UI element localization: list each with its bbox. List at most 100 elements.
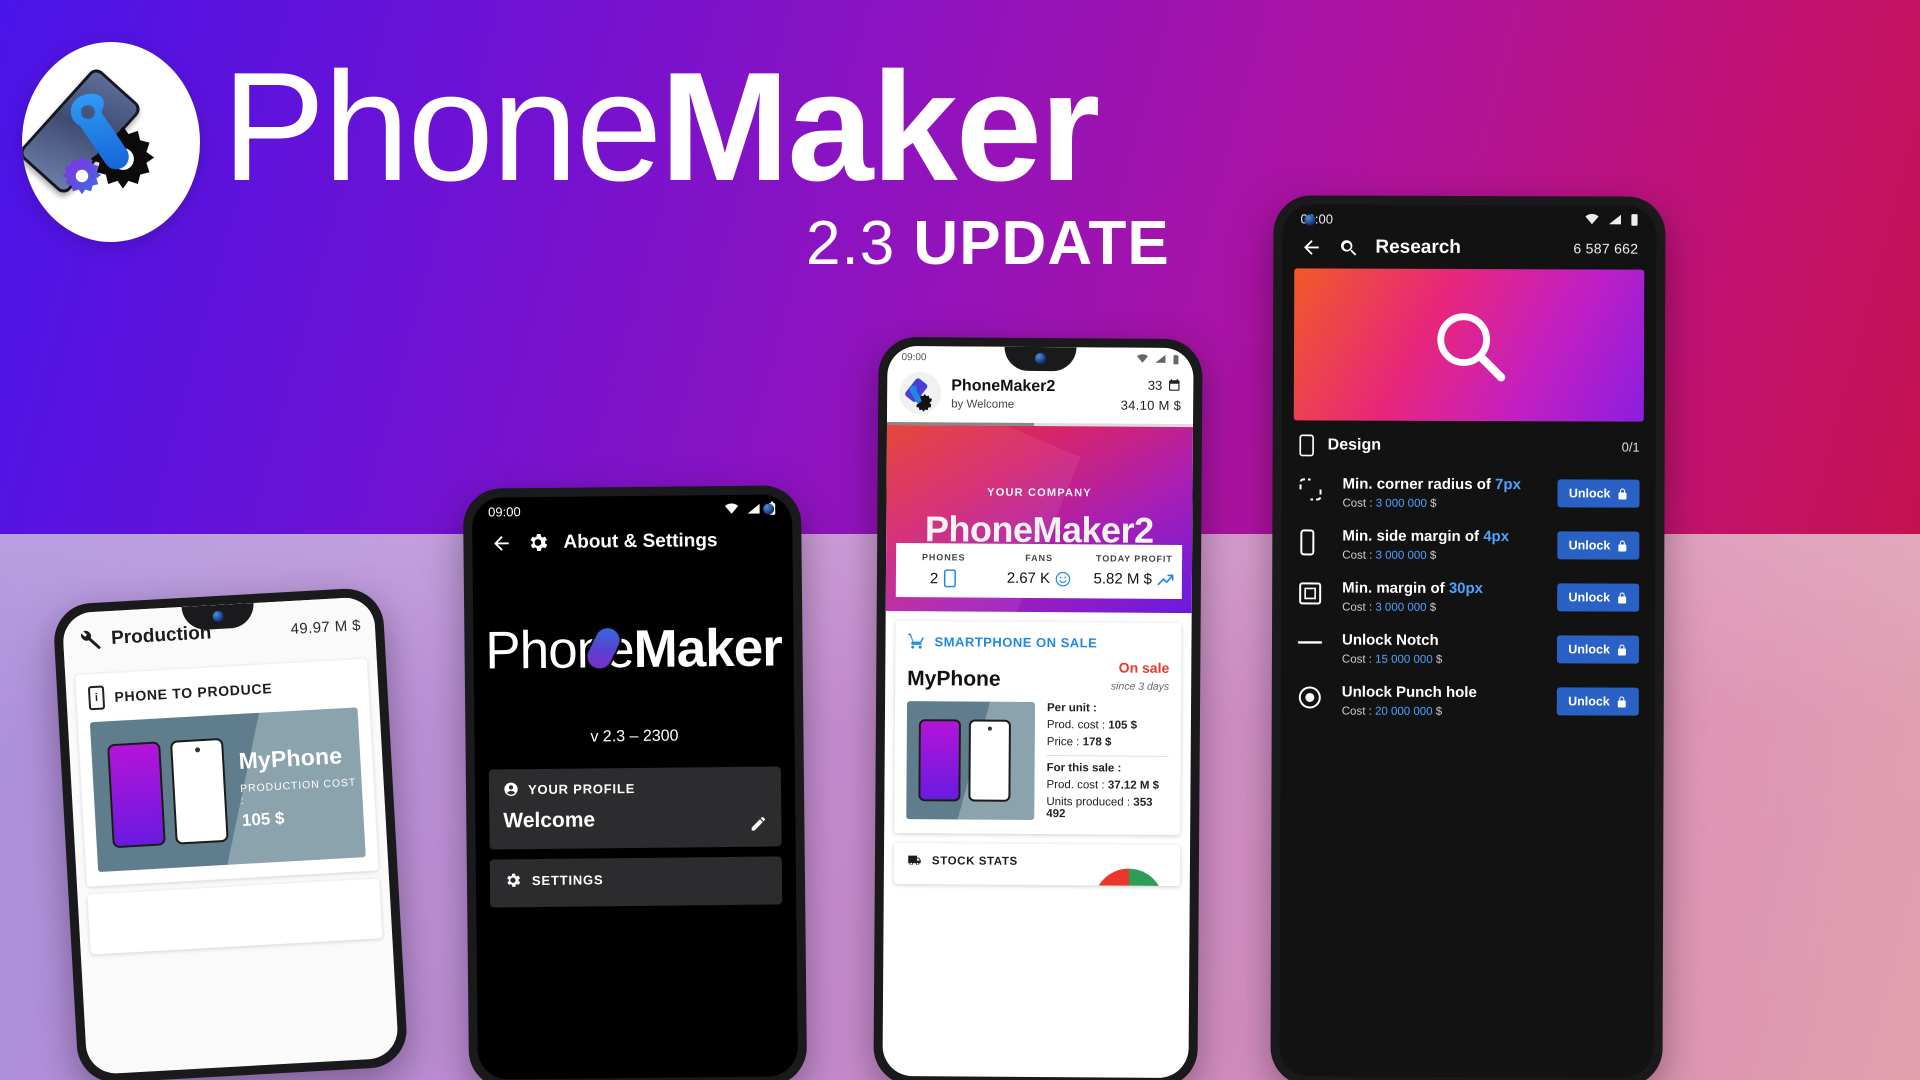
signal-icon — [747, 503, 760, 514]
punch-hole-icon — [1297, 684, 1329, 716]
stock-stats-card[interactable]: STOCK STATS — [893, 842, 1181, 886]
research-item-text: Unlock Notch Cost : 15 000 000 $ — [1342, 632, 1544, 667]
phone-mockup-about-settings: 09:00 About & Settings PhoneMaker v 2.3 … — [462, 485, 808, 1080]
lock-icon — [1616, 487, 1628, 500]
sale-card-header: SMARTPHONE ON SALE — [907, 632, 1169, 652]
wifi-icon — [724, 503, 739, 514]
cost-value: 15 000 000 — [1375, 653, 1433, 666]
research-item-cost: Cost : 3 000 000 $ — [1342, 550, 1544, 563]
lock-icon — [1616, 695, 1628, 708]
dashboard-header-text: PhoneMaker2 by Welcome — [951, 377, 1055, 411]
cost-unit: $ — [1432, 705, 1443, 718]
cost-unit: $ — [1426, 497, 1437, 510]
research-item[interactable]: Unlock Punch hole Cost : 20 000 000 $ Unlo… — [1281, 674, 1655, 727]
calendar-icon — [1169, 379, 1180, 391]
status-bar: 09:00 — [472, 494, 792, 525]
phone-preview-front — [918, 719, 961, 802]
app-logo-badge — [22, 42, 200, 242]
section-title: Design — [1327, 436, 1382, 454]
your-profile-tile[interactable]: YOUR PROFILE Welcome — [488, 766, 782, 850]
phone-to-produce-card[interactable]: PHONE TO PRODUCE MyPhone PRODUCTION COST… — [75, 658, 379, 887]
unlock-button[interactable]: Unlock — [1557, 635, 1640, 664]
back-arrow-icon[interactable] — [1300, 236, 1322, 258]
stat-value: 2.67 K — [1006, 569, 1051, 588]
gear-icon — [507, 873, 521, 887]
pencil-icon[interactable] — [749, 815, 767, 833]
status-icons — [1584, 212, 1638, 226]
research-item-cost: Cost : 3 000 000 $ — [1342, 498, 1544, 511]
margin-icon — [1297, 580, 1329, 612]
money-balance: 34.10 M $ — [1120, 397, 1182, 413]
sale-name-row: MyPhone On sale since 3 days — [907, 658, 1169, 693]
unlock-button[interactable]: Unlock — [1557, 531, 1640, 560]
stat-label: FANS — [1025, 552, 1053, 564]
stat-label: PHONES — [921, 552, 966, 563]
phone-to-produce-label: PHONE TO PRODUCE — [114, 680, 273, 705]
unlock-button[interactable]: Unlock — [1557, 479, 1640, 508]
phone-preview-back — [968, 719, 1011, 802]
stock-pie-chart — [1093, 868, 1164, 886]
phone-preview-back — [170, 737, 230, 845]
phone-name: MyPhone — [237, 741, 343, 774]
unlock-button[interactable]: Unlock — [1557, 583, 1640, 612]
phone-icon — [943, 569, 957, 588]
settings-tile[interactable]: SETTINGS — [489, 856, 783, 908]
search-icon — [1437, 313, 1506, 382]
status-time: 09:00 — [901, 351, 927, 363]
wrench-icon — [81, 630, 101, 649]
stat-fans: FANS 2.67 K — [991, 544, 1087, 599]
sale-phone-thumbnail — [906, 701, 1036, 820]
cost-label: Cost : — [1342, 497, 1376, 510]
phone-mockup-production: Production 49.97 M $ PHONE TO PRODUCE My… — [52, 586, 409, 1080]
account-icon — [504, 782, 518, 796]
avatar[interactable] — [899, 372, 942, 415]
about-settings-screen: 09:00 About & Settings PhoneMaker v 2.3 … — [471, 494, 799, 1080]
status-time: 09:00 — [488, 503, 521, 520]
divider — [1046, 755, 1169, 757]
cost-value: 3 000 000 — [1375, 601, 1427, 614]
stock-stats-header: STOCK STATS — [906, 853, 1168, 870]
cost-value: 20 000 000 — [1374, 705, 1433, 718]
for-sale-line: Units produced : 353 492 — [1046, 796, 1168, 821]
gear-icon[interactable] — [526, 531, 549, 554]
unlock-button[interactable]: Unlock — [1557, 687, 1639, 716]
research-item-title: Min. side margin of 4px — [1342, 528, 1509, 546]
research-item[interactable]: Unlock Notch Cost : 15 000 000 $ Unlock — [1281, 622, 1655, 675]
page-title: PhoneMaker — [222, 49, 1100, 204]
research-item[interactable]: Min. side margin of 4px Cost : 3 000 000 … — [1281, 518, 1655, 571]
sale-phone-name: MyPhone — [907, 667, 1001, 691]
research-item-text: Min. margin of 30px Cost : 3 000 000 $ — [1342, 580, 1544, 615]
about-logo-part-2: Maker — [633, 618, 783, 680]
your-profile-header: YOUR PROFILE — [503, 779, 767, 798]
for-sale-label: For this sale : — [1046, 762, 1122, 775]
stat-phones: PHONES 2 — [896, 543, 992, 598]
research-item-text: Min. side margin of 4px Cost : 3 000 000 … — [1342, 528, 1544, 563]
subtitle-word: UPDATE — [913, 209, 1170, 278]
stat-value: 5.82 M $ — [1093, 570, 1152, 588]
smartphone-on-sale-card[interactable]: SMARTPHONE ON SALE MyPhone On sale since… — [894, 621, 1182, 835]
signal-icon — [1608, 214, 1621, 225]
search-icon[interactable] — [1338, 237, 1359, 258]
research-item-title: Min. margin of 30px — [1342, 580, 1483, 597]
unlock-button-label: Unlock — [1568, 538, 1611, 553]
sale-prod-cost-label: Prod. cost : — [1046, 779, 1105, 792]
about-logo: PhoneMaker — [473, 617, 794, 681]
back-arrow-icon[interactable] — [490, 532, 512, 554]
phone-to-produce-header: PHONE TO PRODUCE — [87, 671, 357, 711]
unlock-button-label: Unlock — [1568, 694, 1610, 709]
front-camera-punch-hole — [763, 503, 775, 515]
research-item[interactable]: Min. margin of 30px Cost : 3 000 000 $ Unl… — [1281, 570, 1655, 623]
research-item[interactable]: Min. corner radius of 7px Cost : 3 000 00… — [1281, 466, 1655, 519]
production-secondary-card[interactable] — [87, 878, 383, 955]
research-item-title: Unlock Notch — [1342, 632, 1439, 649]
research-hero-banner — [1293, 268, 1645, 422]
front-camera-punch-hole — [1304, 214, 1316, 226]
research-screen: 09:00 Research 6 587 662 Design 0/1 Min.… — [1279, 204, 1657, 1078]
info-phone-icon — [87, 685, 106, 711]
sale-since: since 3 days — [1110, 680, 1170, 693]
profile-name: Welcome — [503, 808, 596, 833]
logo-wrench-icon — [70, 93, 129, 170]
research-item-title-text: Unlock Punch hole — [1341, 683, 1477, 702]
about-title: About & Settings — [563, 529, 718, 553]
dashboard-screen: 09:00 PhoneMaker2 by Welcome 33 34.10 M … — [882, 345, 1194, 1079]
